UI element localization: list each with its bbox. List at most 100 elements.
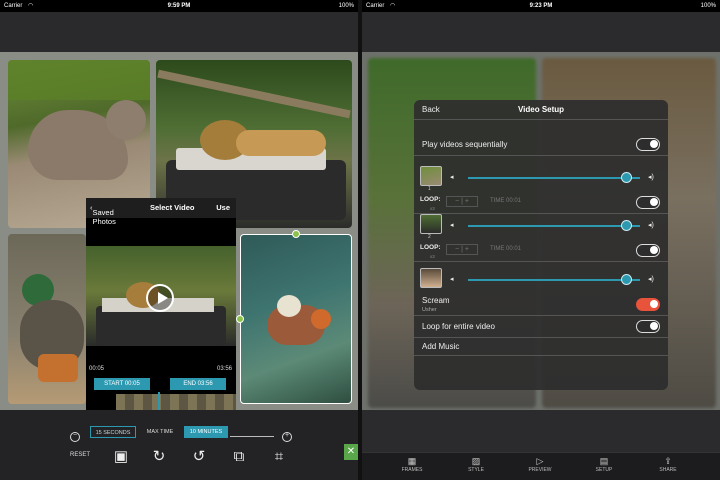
volume-slider-knob[interactable] [621, 274, 633, 285]
setup-icon: ▤ [599, 456, 609, 466]
loop-entire-label: Loop for entire video [422, 322, 495, 331]
video-volume-row: ◂ ◂) [420, 268, 664, 294]
loop-toggle[interactable] [636, 196, 660, 209]
video-thumbnail[interactable] [420, 166, 442, 186]
photo-tile-mandarin-duck[interactable] [240, 234, 352, 404]
tab-style[interactable]: ▨ STYLE [456, 456, 496, 473]
loop-count: x3 [430, 206, 435, 211]
loop-toggle[interactable] [636, 244, 660, 257]
flip-icon[interactable]: ⧉ [230, 448, 248, 466]
zoom-in-icon[interactable]: + [282, 432, 292, 442]
use-button[interactable]: Use [216, 203, 230, 212]
volume-slider-knob[interactable] [621, 172, 633, 183]
video-setup-panel: Back Video Setup Play videos sequentiall… [414, 100, 668, 390]
share-icon: ⇪ [664, 456, 672, 466]
panel-header: Back Video Setup [414, 100, 668, 120]
reset-button[interactable]: RESET [70, 452, 90, 458]
volume-slider[interactable] [468, 279, 640, 281]
tab-share[interactable]: ⇪ SHARE [648, 456, 688, 473]
collage-editor-screen: Carrier ◠ 9:59 PM 100% ‹ Saved Photos Se… [0, 0, 358, 480]
tab-frames[interactable]: ▦ FRAMES [392, 456, 432, 473]
clock: 9:23 PM [529, 3, 553, 9]
battery-label: 100% [338, 3, 354, 9]
loop-row: LOOP: x3 − | + TIME 00:01 [414, 240, 668, 262]
zoom-out-icon[interactable]: − [70, 432, 80, 442]
volume-low-icon: ◂ [450, 222, 454, 229]
loop-label: LOOP: [420, 196, 441, 203]
minus-icon[interactable]: − [455, 246, 459, 253]
video-end-time: 03:56 [216, 366, 232, 372]
play-sequential-row: Play videos sequentially [414, 134, 668, 156]
volume-slider[interactable] [468, 177, 640, 179]
picker-title: Select Video [150, 203, 195, 212]
photo-tile-duck[interactable] [8, 234, 86, 404]
preview-icon: ▷ [536, 456, 544, 466]
clock: 9:59 PM [167, 3, 191, 9]
video-start-time: 00:05 [89, 366, 105, 372]
picker-header: ‹ Saved Photos Select Video Use [86, 198, 236, 226]
frames-icon: ▦ [407, 456, 417, 466]
video-picker-popover: ‹ Saved Photos Select Video Use 00:05 03… [86, 198, 236, 420]
video-volume-row: 1 ◂ ◂) [420, 166, 664, 192]
style-icon: ▨ [471, 456, 481, 466]
loop-time: TIME 00:01 [490, 246, 522, 252]
play-sequential-toggle[interactable] [636, 138, 660, 151]
video-preview[interactable] [86, 246, 236, 346]
status-bar: Carrier ◠ 9:59 PM 100% [0, 0, 358, 12]
start-trim-button[interactable]: START 00:05 [94, 378, 150, 390]
loop-stepper[interactable]: − | + [446, 196, 478, 207]
plus-icon[interactable]: + [465, 246, 469, 253]
volume-low-icon: ◂ [450, 276, 454, 283]
end-trim-button[interactable]: END 03:56 [170, 378, 226, 390]
panel-title: Video Setup [517, 105, 565, 114]
song-artist: Usher [422, 307, 437, 313]
minus-icon[interactable]: − [455, 198, 459, 205]
tab-setup[interactable]: ▤ SETUP [584, 456, 624, 473]
close-icon[interactable]: ✕ [344, 444, 358, 460]
resize-handle-left[interactable] [236, 315, 244, 323]
loop-row: LOOP: x3 − | + TIME 00:01 [414, 192, 668, 214]
loop-time: TIME 00:01 [490, 198, 522, 204]
music-track-row: Scream Usher [414, 294, 668, 316]
rotate-left-icon[interactable]: ↺ [190, 448, 208, 466]
rotate-right-icon[interactable]: ↻ [150, 448, 168, 466]
plus-icon[interactable]: + [465, 198, 469, 205]
duration-10-minutes[interactable]: 10 MINUTES [184, 426, 228, 438]
add-music-button[interactable]: Add Music [422, 342, 459, 351]
image-swap-icon[interactable]: ▣ [112, 448, 130, 466]
loop-entire-toggle[interactable] [636, 320, 660, 333]
loop-label: LOOP: [420, 244, 441, 251]
song-title: Scream [422, 296, 450, 305]
saved-photos-back-button[interactable]: ‹ Saved Photos [90, 203, 116, 226]
crop-icon[interactable]: ⌗ [270, 448, 288, 466]
play-icon[interactable] [146, 284, 174, 312]
battery-label: 100% [700, 3, 716, 9]
video-thumbnail[interactable] [420, 214, 442, 234]
tab-label: FRAMES [401, 467, 423, 473]
status-bar: Carrier ◠ 9:23 PM 100% [362, 0, 720, 12]
volume-high-icon: ◂) [648, 222, 654, 229]
loop-stepper[interactable]: − | + [446, 244, 478, 255]
loop-count: x3 [430, 254, 435, 259]
tab-label: SETUP [595, 467, 613, 473]
tab-preview[interactable]: ▷ PREVIEW [520, 456, 560, 473]
resize-handle-top[interactable] [292, 230, 300, 238]
back-label: Saved Photos [92, 208, 116, 226]
duration-15-seconds[interactable]: 15 SECONDS [90, 426, 136, 438]
play-sequential-label: Play videos sequentially [422, 140, 508, 149]
max-time-label: MAX TIME [146, 429, 174, 435]
loop-entire-row: Loop for entire video [414, 316, 668, 338]
volume-slider[interactable] [468, 225, 640, 227]
add-music-row[interactable]: Add Music [414, 338, 668, 356]
zoom-slider[interactable] [230, 436, 274, 437]
volume-slider-knob[interactable] [621, 220, 633, 231]
video-volume-row: 2 ◂ ◂) [420, 214, 664, 240]
music-track-toggle[interactable] [636, 298, 660, 311]
video-setup-screen: Carrier ◠ 9:23 PM 100% Back Video Setup … [362, 0, 720, 480]
volume-low-icon: ◂ [450, 174, 454, 181]
tab-label: SHARE [659, 467, 677, 473]
volume-high-icon: ◂) [648, 174, 654, 181]
volume-high-icon: ◂) [648, 276, 654, 283]
tab-label: PREVIEW [528, 467, 552, 473]
video-thumbnail[interactable] [420, 268, 442, 288]
